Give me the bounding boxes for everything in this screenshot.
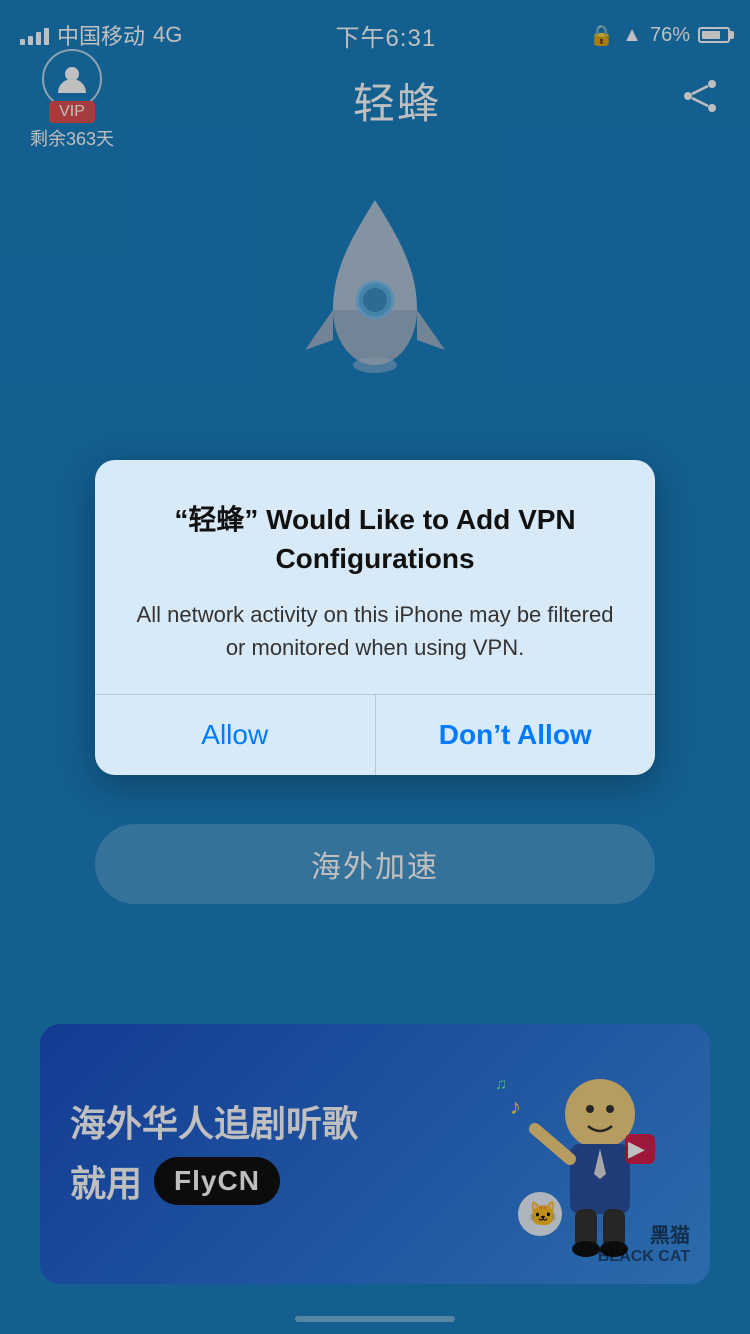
vpn-dialog: “轻蜂” Would Like to Add VPN Configuration…: [95, 460, 655, 775]
dialog-buttons: Allow Don’t Allow: [95, 695, 655, 775]
dialog-overlay: “轻蜂” Would Like to Add VPN Configuration…: [0, 0, 750, 1334]
dialog-content: “轻蜂” Would Like to Add VPN Configuration…: [95, 460, 655, 694]
dialog-title: “轻蜂” Would Like to Add VPN Configuration…: [135, 500, 615, 578]
dialog-message: All network activity on this iPhone may …: [135, 598, 615, 664]
allow-button[interactable]: Allow: [95, 695, 375, 775]
dont-allow-button[interactable]: Don’t Allow: [376, 695, 656, 775]
